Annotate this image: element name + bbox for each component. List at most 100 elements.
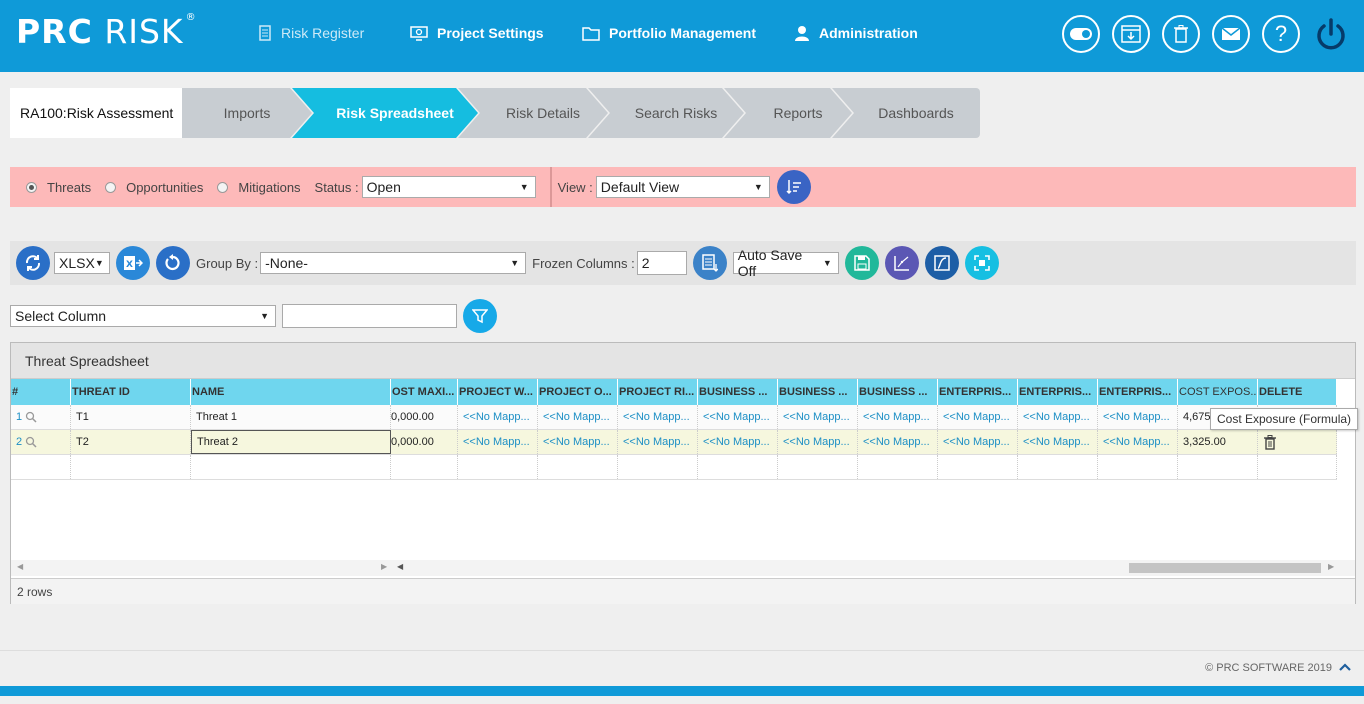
tab-search-risks[interactable]: Search Risks <box>588 88 744 138</box>
mapping-cell[interactable]: <<No Mapp... <box>538 430 618 454</box>
mapping-cell[interactable]: <<No Mapp... <box>458 430 538 454</box>
scroll-left-arrow-icon[interactable]: ◀ <box>17 562 23 571</box>
mapping-cell[interactable]: <<No Mapp... <box>618 405 698 429</box>
column-header[interactable]: COST EXPOS... <box>1178 379 1258 405</box>
chevron-down-icon: ▼ <box>822 258 832 268</box>
threat-id-cell[interactable]: T1 <box>71 405 191 429</box>
mapping-cell[interactable]: <<No Mapp... <box>858 430 938 454</box>
column-filter-row: Select Column ▼ <box>10 299 497 333</box>
tab-risk-spreadsheet[interactable]: Risk Spreadsheet <box>292 88 478 138</box>
save-button[interactable] <box>844 246 879 280</box>
row-number-cell[interactable]: 1 <box>11 405 71 429</box>
radio-opportunities[interactable] <box>105 181 117 193</box>
select-column-dropdown[interactable]: Select Column ▼ <box>10 305 276 327</box>
sort-view-button[interactable] <box>776 170 811 204</box>
column-header[interactable]: # <box>11 379 71 405</box>
column-list-button[interactable] <box>692 246 727 280</box>
name-cell[interactable]: Threat 1 <box>191 405 391 429</box>
group-by-select[interactable]: -None- ▼ <box>260 252 527 274</box>
column-filter-input[interactable] <box>282 304 457 328</box>
scroll-top-button[interactable] <box>1338 660 1352 675</box>
row-count: 2 rows <box>11 578 1355 604</box>
cost-max-cell[interactable]: 0,000.00 <box>391 430 458 454</box>
auto-save-select[interactable]: Auto Save Off ▼ <box>732 247 839 279</box>
column-header[interactable]: ENTERPRIS... <box>938 379 1018 405</box>
nav-administration[interactable]: Administration <box>794 25 918 41</box>
mapping-cell[interactable]: <<No Mapp... <box>778 430 858 454</box>
mapping-cell[interactable]: <<No Mapp... <box>538 405 618 429</box>
tab-imports[interactable]: Imports <box>182 88 312 138</box>
radio-threats-label: Threats <box>47 179 92 195</box>
mapping-cell[interactable]: <<No Mapp... <box>698 430 778 454</box>
scroll-left-arrow-icon[interactable]: ◀ <box>397 562 403 571</box>
row-number-cell[interactable]: 2 <box>11 430 71 454</box>
nav-risk-register[interactable]: Risk Register <box>258 25 364 41</box>
tab-risk-details[interactable]: Risk Details <box>458 88 608 138</box>
reload-button[interactable] <box>156 246 190 280</box>
horizontal-scrollbar[interactable]: ◀ ▶ ◀ ▶ <box>11 560 1355 576</box>
refresh-button[interactable] <box>16 246 50 280</box>
column-header[interactable]: ENTERPRIS... <box>1018 379 1098 405</box>
cost-exposure-cell[interactable]: 3,325.00 <box>1178 430 1258 454</box>
column-header[interactable]: BUSINESS ... <box>698 379 778 405</box>
column-header[interactable]: PROJECT O... <box>538 379 618 405</box>
help-icon[interactable]: ? <box>1262 15 1300 53</box>
trash-icon[interactable] <box>1162 15 1200 53</box>
column-header[interactable]: THREAT ID <box>71 379 191 405</box>
tab-imports-label: Imports <box>223 105 271 121</box>
mapping-cell[interactable]: <<No Mapp... <box>1098 405 1178 429</box>
mapping-cell[interactable]: <<No Mapp... <box>938 405 1018 429</box>
export-format-select[interactable]: XLSX ▼ <box>54 252 110 274</box>
column-header[interactable]: NAME <box>191 379 391 405</box>
fullscreen-button[interactable] <box>964 246 999 280</box>
radio-mitigations[interactable] <box>217 181 229 193</box>
mapping-cell[interactable]: <<No Mapp... <box>1018 405 1098 429</box>
column-header[interactable]: PROJECT RI... <box>618 379 698 405</box>
scroll-right-arrow-icon[interactable]: ▶ <box>1328 562 1334 571</box>
delete-cell[interactable] <box>1258 430 1337 454</box>
table-row[interactable]: 2 T2 Threat 2 0,000.00 <<No Mapp... <<No… <box>11 430 1337 455</box>
reload-icon <box>165 254 180 271</box>
mapping-cell[interactable]: <<No Mapp... <box>1098 430 1178 454</box>
chart-button[interactable] <box>884 246 919 280</box>
column-header[interactable]: OST MAXI... <box>391 379 458 405</box>
analysis-button[interactable] <box>924 246 959 280</box>
scroll-right-arrow-icon[interactable]: ▶ <box>381 562 387 571</box>
filter-button[interactable] <box>463 299 497 333</box>
trash-icon[interactable] <box>1264 434 1276 450</box>
power-icon[interactable] <box>1312 15 1350 53</box>
view-select[interactable]: Default View ▼ <box>595 176 770 198</box>
mapping-cell[interactable]: <<No Mapp... <box>458 405 538 429</box>
column-header[interactable]: BUSINESS ... <box>778 379 858 405</box>
name-cell-selected[interactable]: Threat 2 <box>191 430 391 454</box>
frozen-columns-label: Frozen Columns : <box>532 255 635 271</box>
column-header[interactable]: DELETE <box>1258 379 1337 405</box>
magnifier-icon[interactable] <box>25 411 37 423</box>
cost-max-cell[interactable]: 0,000.00 <box>391 405 458 429</box>
mapping-cell[interactable]: <<No Mapp... <box>618 430 698 454</box>
nav-portfolio-management[interactable]: Portfolio Management <box>582 25 756 41</box>
download-window-icon[interactable] <box>1112 15 1150 53</box>
scrollbar-thumb[interactable] <box>1129 563 1321 573</box>
column-header[interactable]: BUSINESS ... <box>858 379 938 405</box>
column-header[interactable]: ENTERPRIS... <box>1098 379 1178 405</box>
tab-dashboards[interactable]: Dashboards <box>832 88 980 138</box>
mapping-cell[interactable]: <<No Mapp... <box>858 405 938 429</box>
radio-threats[interactable] <box>26 181 37 193</box>
mapping-cell[interactable]: <<No Mapp... <box>1018 430 1098 454</box>
mapping-cell[interactable]: <<No Mapp... <box>698 405 778 429</box>
table-row[interactable]: 1 T1 Threat 1 0,000.00 <<No Mapp... <<No… <box>11 405 1337 430</box>
magnifier-icon[interactable] <box>25 436 37 448</box>
threat-id-cell[interactable]: T2 <box>71 430 191 454</box>
mapping-cell[interactable]: <<No Mapp... <box>778 405 858 429</box>
export-excel-button[interactable]: X <box>116 246 150 280</box>
column-header[interactable]: PROJECT W... <box>458 379 538 405</box>
nav-project-settings[interactable]: Project Settings <box>410 25 544 41</box>
toggle-icon[interactable] <box>1062 15 1100 53</box>
frozen-columns-input[interactable]: 2 <box>636 251 687 275</box>
logo[interactable]: PRC RISK ® <box>16 12 197 51</box>
mail-icon[interactable] <box>1212 15 1250 53</box>
select-column-value: Select Column <box>15 308 107 324</box>
status-select[interactable]: Open ▼ <box>361 176 536 198</box>
mapping-cell[interactable]: <<No Mapp... <box>938 430 1018 454</box>
